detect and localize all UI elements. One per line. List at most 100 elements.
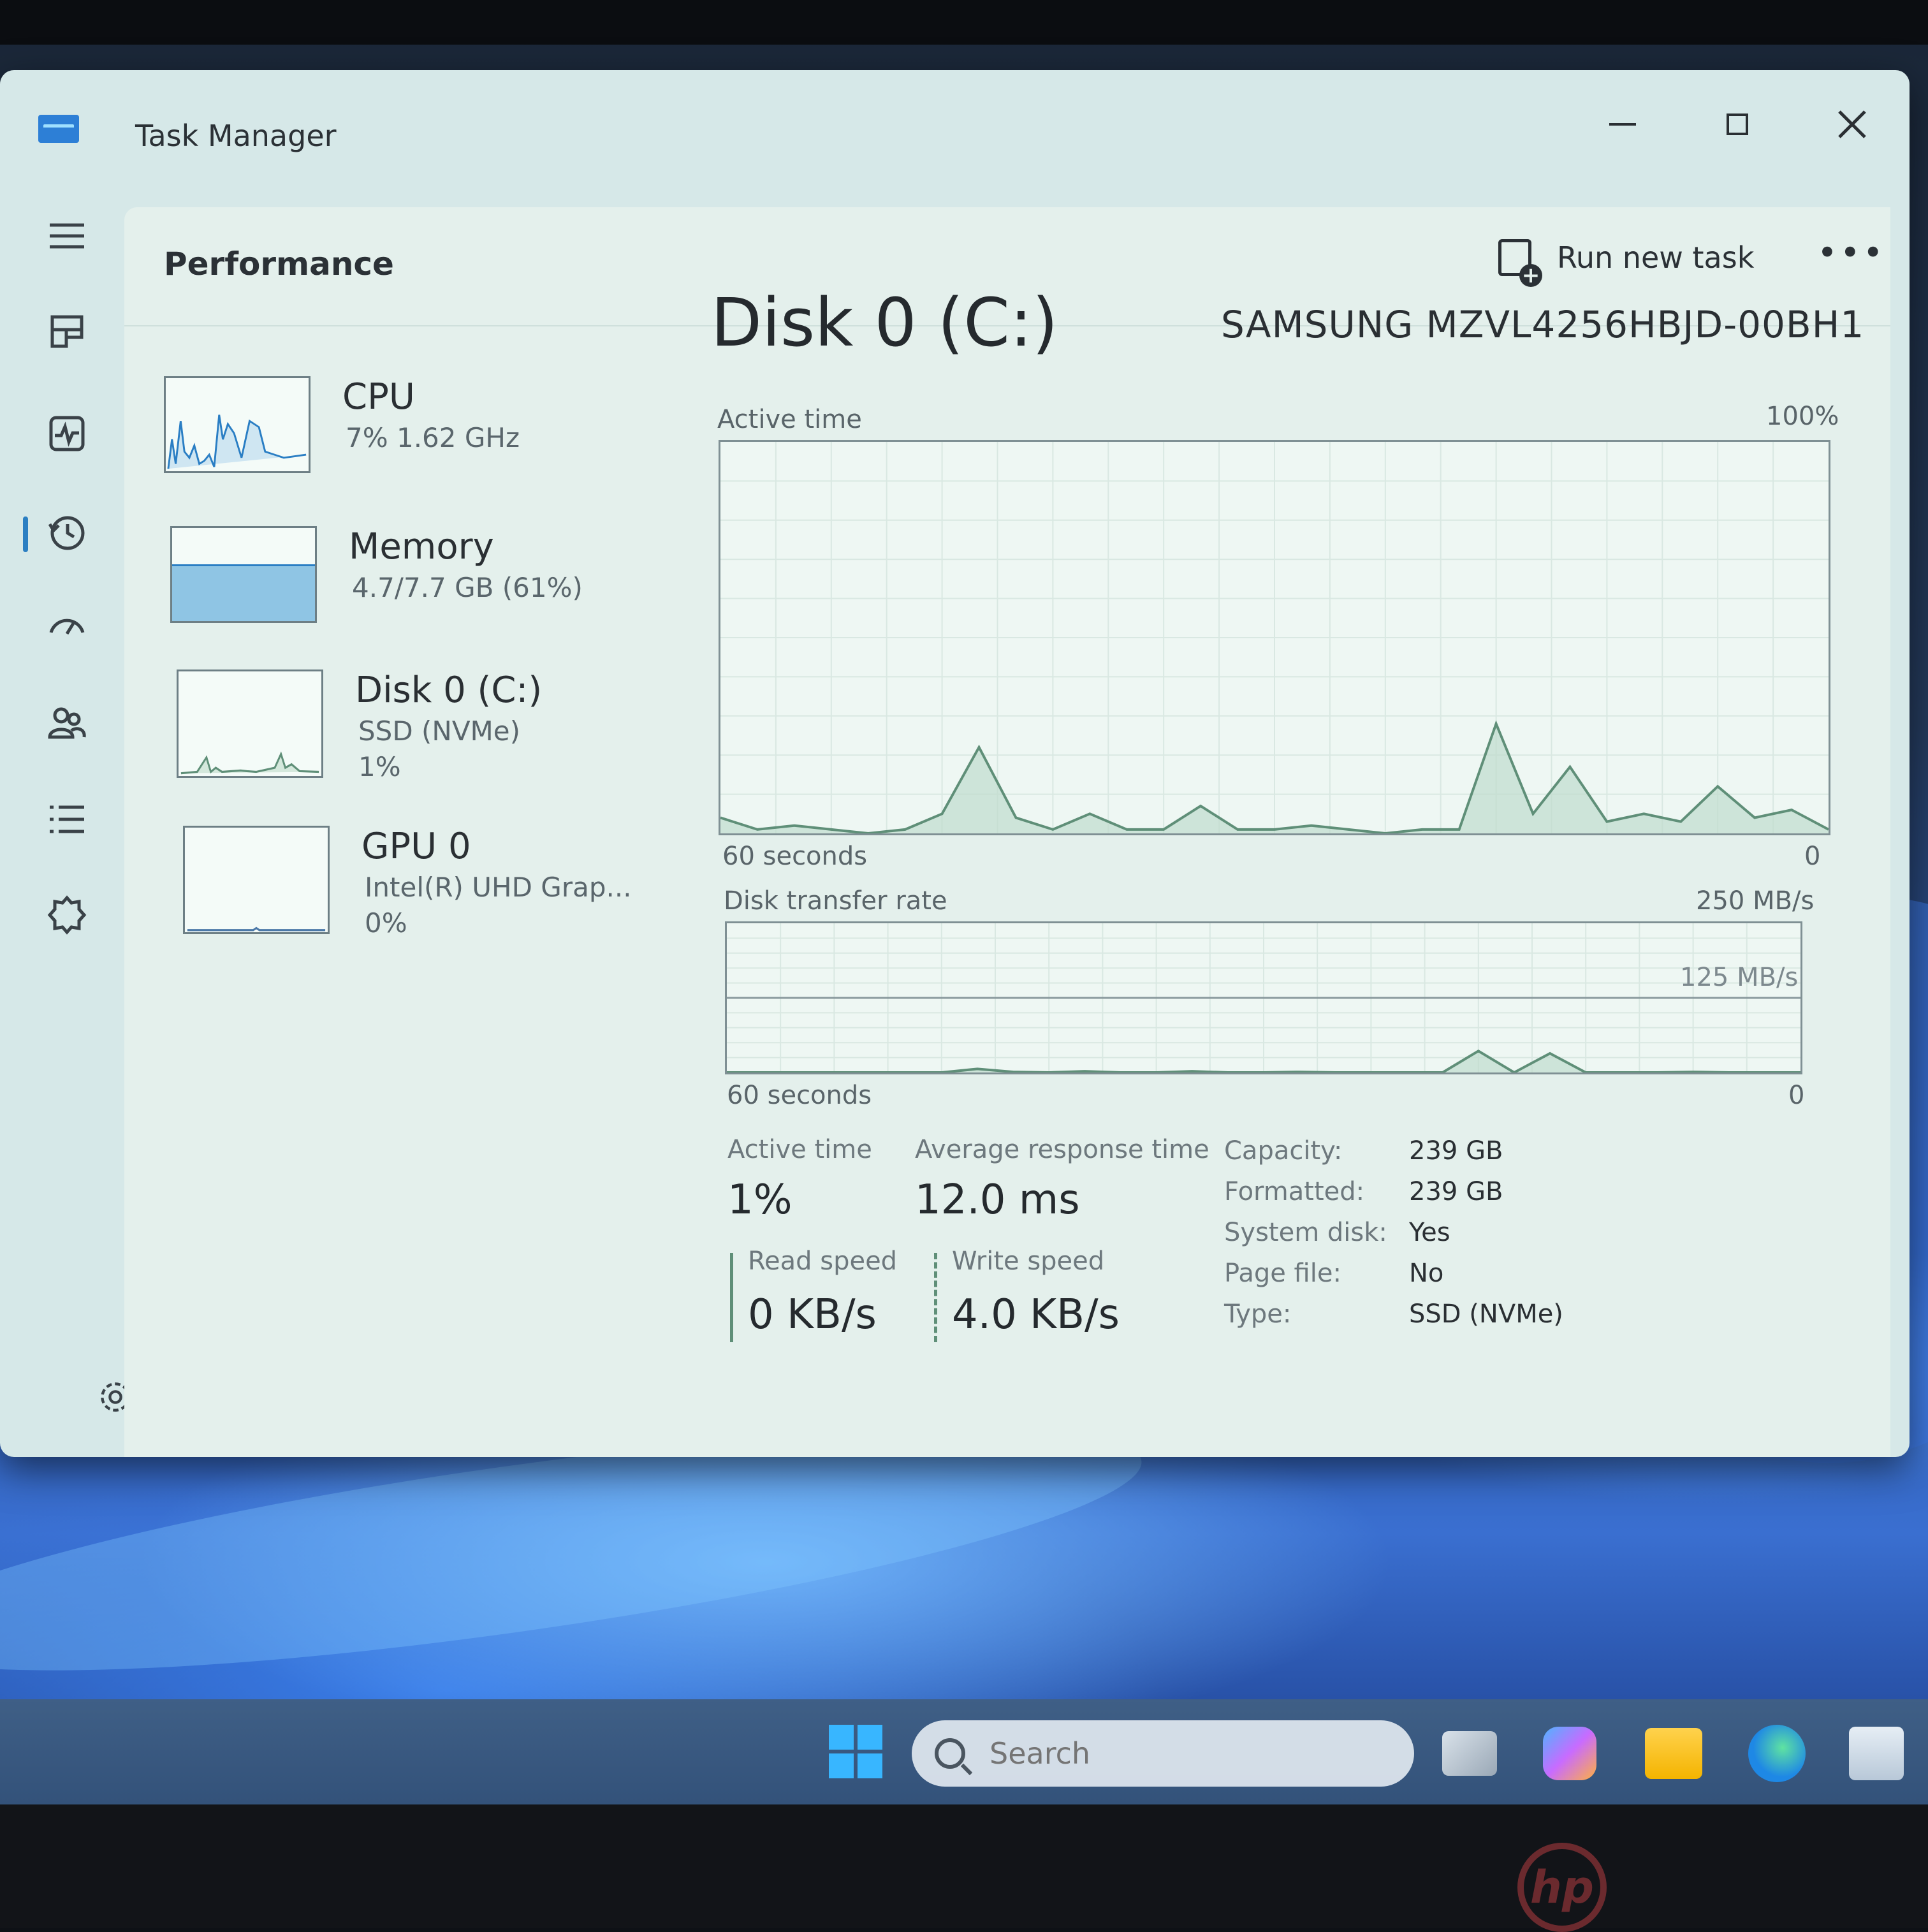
services-icon [46, 894, 88, 936]
memory-usage: 4.7/7.7 GB (61%) [352, 572, 583, 603]
monitor-bezel-top [0, 0, 1928, 45]
close-button[interactable] [1817, 89, 1887, 159]
close-icon [1836, 108, 1868, 140]
windows-logo-icon [858, 1753, 882, 1778]
cpu-usage: 7% 1.62 GHz [346, 422, 520, 453]
run-new-task-label: Run new task [1557, 240, 1754, 275]
resource-item-gpu-0[interactable]: GPU 0 Intel(R) UHD Grap... 0% [164, 826, 648, 940]
start-button[interactable] [829, 1725, 882, 1778]
nav-active-indicator [23, 516, 28, 552]
write-speed-label: Write speed [952, 1247, 1104, 1276]
processes-icon [46, 311, 88, 353]
type-value: SSD (NVMe) [1409, 1299, 1563, 1329]
gpu-model: Intel(R) UHD Grap... [365, 872, 632, 903]
disk-type: SSD (NVMe) [358, 715, 520, 747]
avg-response-value: 12.0 ms [915, 1176, 1080, 1224]
disk-graph-line [181, 754, 319, 773]
app-history-icon [46, 511, 88, 553]
read-speed-value: 0 KB/s [748, 1291, 877, 1338]
read-speed-label: Read speed [748, 1247, 897, 1276]
task-manager-app-icon [38, 115, 79, 143]
hamburger-menu-button[interactable] [35, 204, 99, 268]
read-speed-line [730, 1253, 733, 1342]
active-time-graph [719, 440, 1830, 835]
task-view-icon[interactable] [1442, 1731, 1497, 1776]
transfer-rate-graph-label: Disk transfer rate [724, 886, 947, 916]
active-time-label: Active time [727, 1135, 872, 1164]
run-new-task-button[interactable]: Run new task [1498, 239, 1754, 276]
page-file-value: No [1409, 1259, 1443, 1288]
file-explorer-icon[interactable] [1645, 1728, 1702, 1779]
taskbar-search[interactable] [912, 1720, 1414, 1787]
maximize-button[interactable] [1702, 89, 1772, 159]
performance-page: Performance Run new task ••• CPU 7% 1.62… [124, 207, 1890, 1457]
edge-icon[interactable] [1748, 1725, 1806, 1782]
nav-app-history[interactable] [35, 501, 99, 564]
write-speed-line [934, 1253, 937, 1342]
transfer-rate-graph-mid: 125 MB/s [1680, 963, 1798, 992]
gpu-name: GPU 0 [362, 826, 471, 867]
resource-item-memory[interactable]: Memory 4.7/7.7 GB (61%) [164, 526, 648, 641]
formatted-label: Formatted: [1224, 1177, 1364, 1206]
detail-title: Disk 0 (C:) [711, 284, 1058, 362]
startup-apps-icon [46, 607, 88, 649]
transfer-rate-graph-xlabel: 60 seconds [727, 1081, 872, 1110]
memory-fill [172, 564, 315, 621]
capacity-label: Capacity: [1224, 1136, 1342, 1166]
microsoft-store-icon[interactable] [1849, 1727, 1904, 1780]
users-icon [46, 703, 88, 745]
task-manager-window: Task Manager [0, 70, 1910, 1457]
transfer-rate-graph-min: 0 [1788, 1081, 1804, 1110]
windows-logo-icon [829, 1725, 854, 1750]
nav-processes[interactable] [35, 300, 99, 363]
search-input[interactable] [988, 1736, 1373, 1771]
disk-model: SAMSUNG MZVL4256HBJD-00BH1 [1221, 303, 1864, 346]
details-icon [46, 798, 88, 840]
active-time-graph-max: 100% [1766, 402, 1839, 431]
memory-thumbnail-graph [170, 526, 317, 623]
run-new-task-icon [1498, 239, 1531, 276]
nav-services[interactable] [35, 883, 99, 947]
disk-usage: 1% [358, 751, 401, 782]
disk-name: Disk 0 (C:) [355, 670, 542, 711]
hamburger-icon [46, 215, 88, 257]
active-time-graph-min: 0 [1804, 842, 1820, 871]
capacity-value: 239 GB [1409, 1136, 1503, 1166]
windows-logo-icon [858, 1725, 882, 1750]
resource-item-disk-0[interactable]: Disk 0 (C:) SSD (NVMe) 1% [164, 670, 648, 784]
window-title: Task Manager [135, 119, 337, 153]
transfer-rate-graph-max: 250 MB/s [1696, 886, 1814, 916]
active-time-value: 1% [727, 1176, 792, 1224]
windows-logo-icon [829, 1753, 854, 1778]
page-title: Performance [164, 245, 394, 282]
gpu-graph-line [187, 928, 325, 930]
formatted-value: 239 GB [1409, 1177, 1503, 1206]
avg-response-label: Average response time [915, 1135, 1209, 1164]
disk-thumbnail-graph [177, 670, 323, 778]
memory-name: Memory [349, 526, 494, 567]
system-disk-label: System disk: [1224, 1218, 1387, 1247]
navigation-rail [0, 204, 124, 1457]
copilot-icon[interactable] [1543, 1727, 1596, 1780]
nav-performance[interactable] [35, 402, 99, 465]
nav-details[interactable] [35, 787, 99, 851]
cpu-graph-line [168, 415, 306, 469]
nav-startup-apps[interactable] [35, 596, 99, 660]
system-disk-value: Yes [1409, 1218, 1450, 1247]
nav-users[interactable] [35, 692, 99, 756]
gpu-usage: 0% [365, 907, 407, 939]
cpu-name: CPU [342, 376, 415, 418]
type-label: Type: [1224, 1299, 1291, 1329]
hp-logo: hp [1517, 1843, 1607, 1932]
resource-item-cpu[interactable]: CPU 7% 1.62 GHz [164, 376, 648, 491]
more-options-button[interactable]: ••• [1817, 233, 1886, 273]
title-bar[interactable]: Task Manager [0, 70, 1910, 204]
active-time-graph-label: Active time [717, 405, 862, 434]
cpu-thumbnail-graph [164, 376, 310, 473]
search-icon [935, 1738, 965, 1769]
write-speed-value: 4.0 KB/s [952, 1291, 1120, 1338]
gpu-thumbnail-graph [183, 826, 330, 934]
monitor-bezel-bottom [0, 1804, 1928, 1928]
minimize-button[interactable] [1588, 89, 1658, 159]
page-file-label: Page file: [1224, 1259, 1341, 1288]
